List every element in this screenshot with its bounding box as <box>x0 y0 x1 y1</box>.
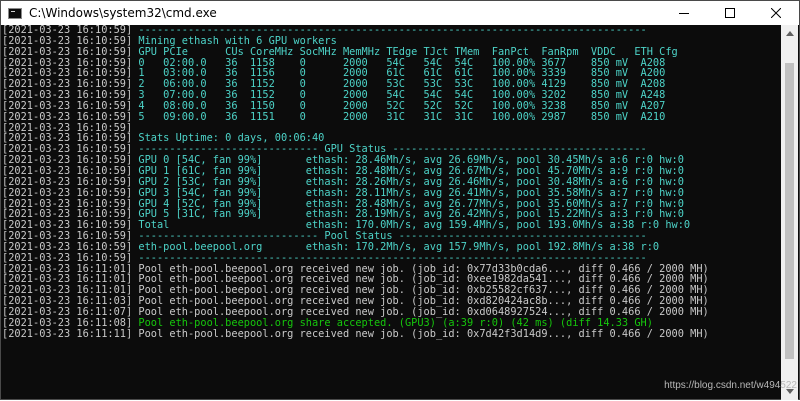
log-message: Pool eth-pool.beepool.org received new j… <box>132 327 709 340</box>
window-controls <box>661 1 799 25</box>
scroll-up-button[interactable] <box>781 25 798 42</box>
log-message: 5 09:00.0 36 1151 0 2000 31C 31C 31C 100… <box>132 110 666 123</box>
vertical-scrollbar[interactable] <box>781 25 798 400</box>
watermark: https://blog.csdn.net/w494522 <box>664 380 797 391</box>
log-timestamp: [2021-03-23 16:11:11] <box>2 327 133 340</box>
title-bar[interactable]: C:\Windows\system32\cmd.exe <box>1 1 799 25</box>
cmd-icon <box>8 7 22 19</box>
scrollbar-thumb[interactable] <box>785 63 794 359</box>
cmd-window: C:\Windows\system32\cmd.exe [2021-03-23 … <box>0 0 800 400</box>
minimize-button[interactable] <box>661 1 707 25</box>
maximize-icon <box>725 8 735 18</box>
window-title: C:\Windows\system32\cmd.exe <box>29 6 217 20</box>
close-icon <box>771 8 781 18</box>
console-line: [2021-03-23 16:11:11] Pool eth-pool.beep… <box>2 327 782 340</box>
maximize-button[interactable] <box>707 1 753 25</box>
console-output[interactable]: [2021-03-23 16:10:59] ------------------… <box>2 25 782 401</box>
close-button[interactable] <box>753 1 799 25</box>
chevron-up-icon <box>785 31 794 36</box>
minimize-icon <box>679 13 689 14</box>
